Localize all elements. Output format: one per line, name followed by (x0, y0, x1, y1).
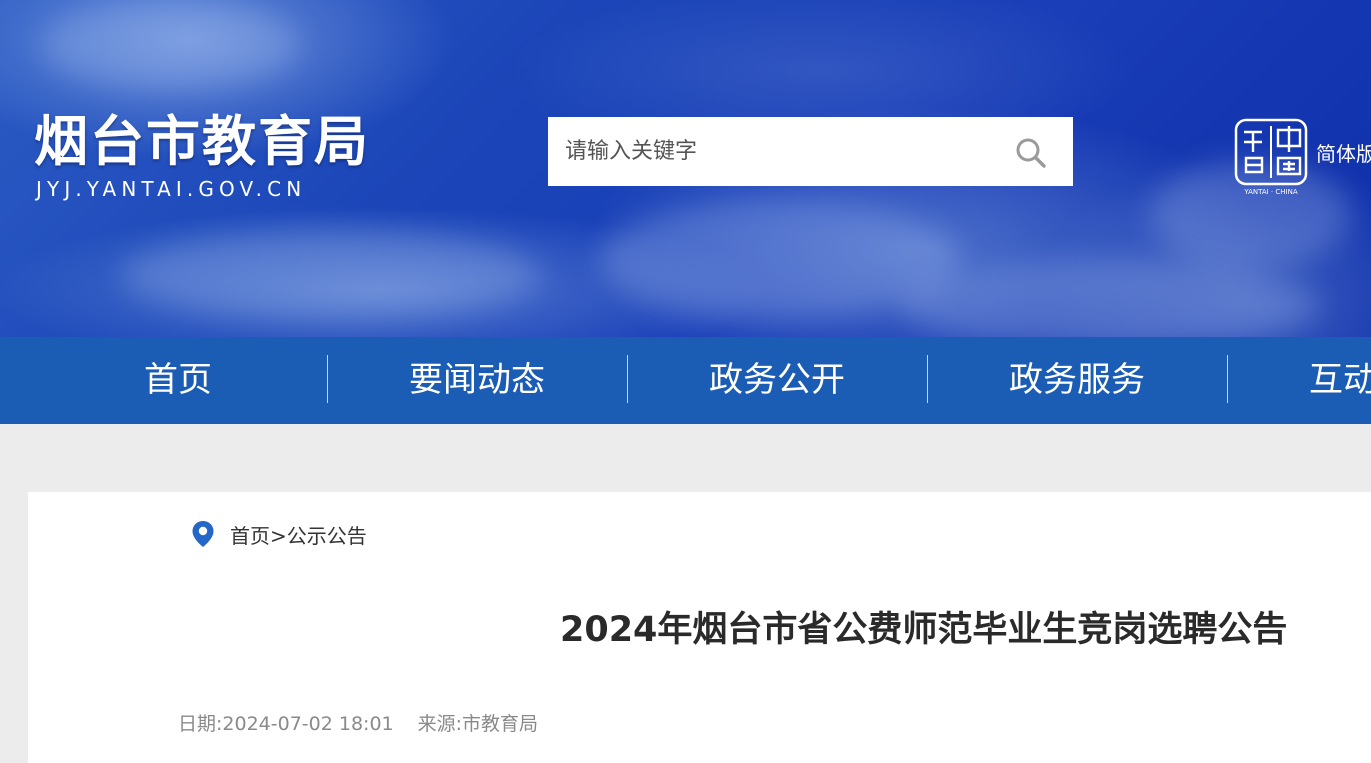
nav-item-gov-affairs[interactable]: 政务公开 (627, 337, 927, 424)
site-logo-title[interactable]: 烟台市教育局 (34, 104, 370, 180)
search-input[interactable] (548, 117, 998, 186)
breadcrumb: 首页>公示公告 (230, 522, 367, 550)
nav-item-home[interactable]: 首页 (28, 337, 328, 424)
language-switch[interactable]: 简体版 (1316, 140, 1371, 168)
article-title: 2024年烟台市省公费师范毕业生竞岗选聘公告 (560, 610, 1288, 650)
search-icon[interactable] (1014, 136, 1048, 170)
search-bar (548, 117, 1073, 186)
article-panel: 首页>公示公告 2024年烟台市省公费师范毕业生竞岗选聘公告 日期:2024-0… (28, 492, 1371, 763)
article-date: 日期:2024-07-02 18:01 (178, 713, 394, 735)
location-pin-icon (191, 520, 215, 548)
article-meta: 日期:2024-07-02 18:01 来源:市教育局 (178, 710, 562, 738)
site-domain: JYJ.YANTAI.GOV.CN (36, 177, 307, 201)
nav-item-gov-services[interactable]: 政务服务 (927, 337, 1227, 424)
nav-item-news[interactable]: 要闻动态 (327, 337, 627, 424)
main-nav: 首页 要闻动态 政务公开 政务服务 互动交流 (0, 337, 1371, 424)
breadcrumb-current[interactable]: 公示公告 (287, 524, 367, 548)
article-source: 来源:市教育局 (417, 713, 539, 735)
nav-item-interaction[interactable]: 互动交流 (1227, 337, 1371, 424)
breadcrumb-home[interactable]: 首页 (230, 524, 270, 548)
breadcrumb-separator: > (270, 524, 287, 548)
emblem-caption: YANTAI · CHINA (1243, 188, 1297, 196)
yantai-china-emblem: YANTAI · CHINA (1234, 118, 1308, 198)
site-header: 烟台市教育局 JYJ.YANTAI.GOV.CN YANTAI · CHINA … (0, 0, 1371, 337)
